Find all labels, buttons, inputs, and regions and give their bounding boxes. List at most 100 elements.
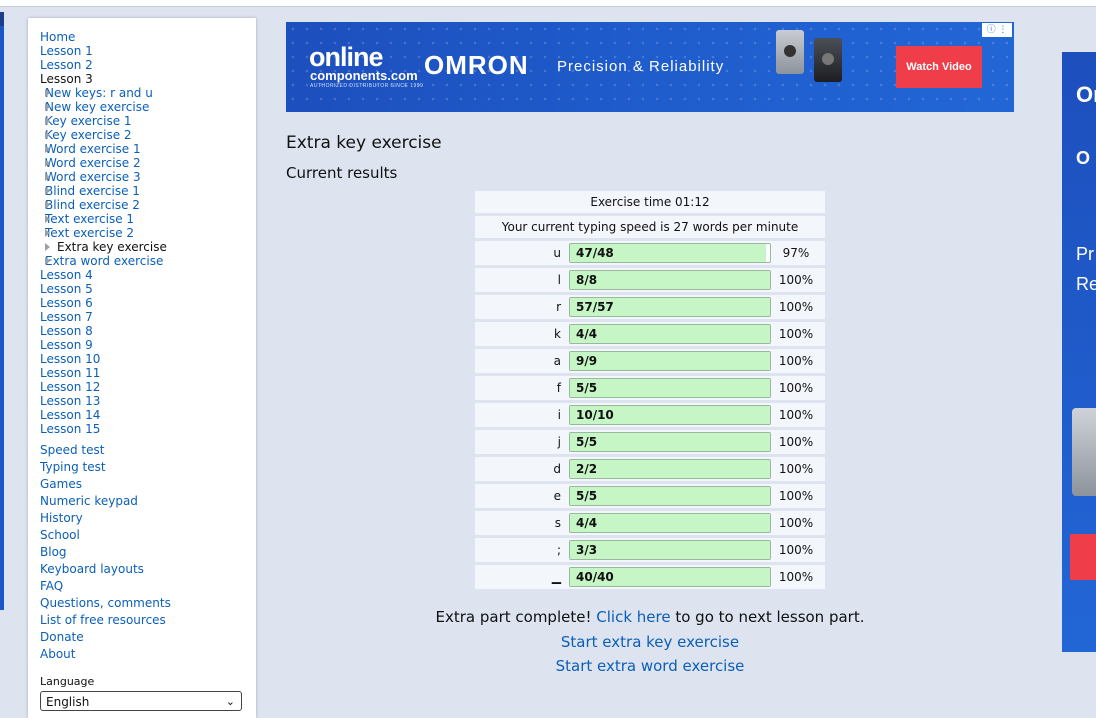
accuracy-bar-fill <box>570 541 770 559</box>
start-extra-key-exercise-link[interactable]: Start extra key exercise <box>561 633 739 651</box>
sidebar-link[interactable]: Lesson 13 <box>40 394 167 408</box>
sidebar-link[interactable]: List of free resources <box>40 613 171 627</box>
submenu-link[interactable]: Word exercise 1 <box>45 142 167 156</box>
sidebar-item: Lesson 15 <box>40 422 167 436</box>
sidebar-link[interactable]: Numeric keypad <box>40 494 171 508</box>
sidebar-link[interactable]: Lesson 8 <box>40 324 167 338</box>
sidebar-link[interactable]: School <box>40 528 171 542</box>
sidebar-link[interactable]: Lesson 5 <box>40 282 167 296</box>
result-row: u 47/48 97% <box>475 241 825 265</box>
next-part-link[interactable]: Click here <box>596 608 670 626</box>
sidebar-item: Questions, comments <box>40 596 171 613</box>
sidebar-link[interactable]: Lesson 15 <box>40 422 167 436</box>
submenu-item: Text exercise 2 <box>40 226 167 240</box>
result-percent: 97% <box>782 246 810 260</box>
result-count: 5/5 <box>576 489 598 503</box>
sidebar-link[interactable]: History <box>40 511 171 525</box>
accuracy-bar-fill <box>570 460 770 478</box>
result-key: e <box>553 489 561 503</box>
submenu-link[interactable]: Blind exercise 1 <box>45 184 167 198</box>
sidebar-item: Lesson 6 <box>40 296 167 310</box>
result-percent: 100% <box>778 570 814 584</box>
result-count: 5/5 <box>576 381 598 395</box>
result-percent: 100% <box>778 516 814 530</box>
sidebar-link[interactable]: Lesson 12 <box>40 380 167 394</box>
sidebar-link[interactable]: Lesson 7 <box>40 310 167 324</box>
result-row: i 10/10 100% <box>475 403 825 427</box>
submenu-link[interactable]: Blind exercise 2 <box>45 198 167 212</box>
accuracy-bar: 3/3 <box>569 540 771 560</box>
lesson3-items: New keys: r and u New key exercise Key exe… <box>40 86 167 268</box>
sidebar-link[interactable]: Lesson 11 <box>40 366 167 380</box>
language-value: English <box>46 695 90 709</box>
sidebar-link[interactable]: Lesson 2 <box>40 58 167 72</box>
sensor-image <box>776 30 804 74</box>
watch-video-button[interactable]: Watch Video <box>896 46 982 88</box>
sidebar-link[interactable]: Lesson 6 <box>40 296 167 310</box>
submenu-link[interactable]: New key exercise <box>45 100 167 114</box>
result-count: 3/3 <box>576 543 598 557</box>
right-ad-text: O <box>1076 148 1091 168</box>
sidebar-link[interactable]: Lesson 14 <box>40 408 167 422</box>
accuracy-bar: 9/9 <box>569 351 771 371</box>
result-percent: 100% <box>778 408 814 422</box>
result-row: r 57/57 100% <box>475 295 825 319</box>
submenu-link[interactable]: Text exercise 1 <box>45 212 167 226</box>
result-count: 2/2 <box>576 462 598 476</box>
submenu-link[interactable]: Key exercise 1 <box>45 114 167 128</box>
result-key: r <box>556 300 561 314</box>
result-count: 47/48 <box>576 246 614 260</box>
sidebar-item: Lesson 8 <box>40 324 167 338</box>
start-extra-word-exercise-link[interactable]: Start extra word exercise <box>556 657 745 675</box>
sidebar-link[interactable]: Questions, comments <box>40 596 171 610</box>
submenu-link[interactable]: New keys: r and u <box>45 86 167 100</box>
caret-right-icon <box>45 173 50 181</box>
sidebar-link[interactable]: Lesson 4 <box>40 268 167 282</box>
sidebar-link[interactable]: Speed test <box>40 443 171 457</box>
sidebar-link[interactable]: Games <box>40 477 171 491</box>
sidebar-item: Lesson 3 <box>40 72 167 86</box>
result-row: s 4/4 100% <box>475 511 825 535</box>
result-row: d 2/2 100% <box>475 457 825 481</box>
right-ad[interactable]: Or O Pr Re <box>1062 52 1096 652</box>
result-row: f 5/5 100% <box>475 376 825 400</box>
submenu-item: Extra key exercise <box>40 240 167 254</box>
result-count: 4/4 <box>576 327 598 341</box>
sidebar-item: School <box>40 528 171 545</box>
language-select[interactable]: English ⌄ <box>40 691 242 711</box>
sidebar-item-current: Lesson 3 <box>40 72 93 86</box>
submenu-link[interactable]: Text exercise 2 <box>45 226 167 240</box>
accuracy-bar-fill <box>570 433 770 451</box>
left-ad-edge[interactable] <box>0 12 4 610</box>
accuracy-bar: 4/4 <box>569 513 771 533</box>
chevron-down-icon: ⌄ <box>225 695 235 708</box>
sidebar-link[interactable]: FAQ <box>40 579 171 593</box>
banner-ad[interactable]: online components.com AUTHORIZED DISTRIB… <box>286 22 1014 112</box>
caret-right-icon <box>45 243 50 251</box>
sidebar-link[interactable]: Typing test <box>40 460 171 474</box>
submenu-item: Blind exercise 2 <box>40 198 167 212</box>
sidebar-link[interactable]: Lesson 9 <box>40 338 167 352</box>
accuracy-bar-fill <box>570 487 770 505</box>
accuracy-bar-fill <box>570 379 770 397</box>
sidebar-item: Typing test <box>40 460 171 477</box>
result-key: ▁ <box>551 570 561 584</box>
info-icon[interactable]: ⓘ ⋮ <box>982 23 1012 37</box>
submenu-item: New keys: r and u <box>40 86 167 100</box>
sidebar-link[interactable]: About <box>40 647 171 661</box>
sidebar-link[interactable]: Lesson 10 <box>40 352 167 366</box>
right-ad-text: Or <box>1076 82 1096 107</box>
submenu-link[interactable]: Key exercise 2 <box>45 128 167 142</box>
sidebar-item: Keyboard layouts <box>40 562 171 579</box>
accuracy-bar-fill <box>570 352 770 370</box>
sidebar-link[interactable]: Lesson 1 <box>40 44 167 58</box>
sidebar-link[interactable]: Home <box>40 30 167 44</box>
submenu-link[interactable]: Word exercise 3 <box>45 170 167 184</box>
sidebar-link[interactable]: Blog <box>40 545 171 559</box>
submenu-link[interactable]: Extra word exercise <box>45 254 167 268</box>
sidebar-item: Lesson 2 <box>40 58 167 72</box>
submenu-link[interactable]: Word exercise 2 <box>45 156 167 170</box>
sidebar-link[interactable]: Keyboard layouts <box>40 562 171 576</box>
sidebar-link[interactable]: Donate <box>40 630 171 644</box>
right-ad-button[interactable] <box>1070 534 1096 580</box>
